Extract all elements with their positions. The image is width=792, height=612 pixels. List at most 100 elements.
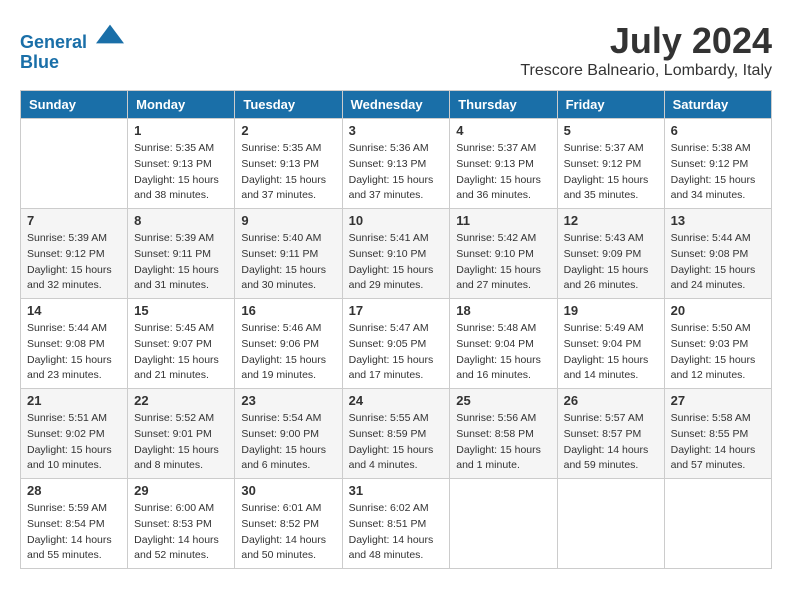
day-info: Sunrise: 5:56 AMSunset: 8:58 PMDaylight:… — [456, 411, 550, 474]
day-cell — [557, 479, 664, 569]
day-number: 11 — [456, 213, 550, 228]
day-number: 9 — [241, 213, 335, 228]
day-info: Sunrise: 5:44 AMSunset: 9:08 PMDaylight:… — [27, 321, 121, 384]
day-info: Sunrise: 5:44 AMSunset: 9:08 PMDaylight:… — [671, 231, 765, 294]
day-number: 24 — [349, 393, 444, 408]
day-cell: 8 Sunrise: 5:39 AMSunset: 9:11 PMDaylight… — [128, 209, 235, 299]
logo-general: General — [20, 32, 87, 52]
day-cell: 19 Sunrise: 5:49 AMSunset: 9:04 PMDayligh… — [557, 299, 664, 389]
day-info: Sunrise: 5:39 AMSunset: 9:11 PMDaylight:… — [134, 231, 228, 294]
day-cell: 4 Sunrise: 5:37 AMSunset: 9:13 PMDaylight… — [450, 119, 557, 209]
day-number: 2 — [241, 123, 335, 138]
day-info: Sunrise: 5:52 AMSunset: 9:01 PMDaylight:… — [134, 411, 228, 474]
header-day-sunday: Sunday — [21, 91, 128, 119]
day-cell: 11 Sunrise: 5:42 AMSunset: 9:10 PMDayligh… — [450, 209, 557, 299]
day-number: 25 — [456, 393, 550, 408]
day-number: 28 — [27, 483, 121, 498]
day-cell: 25 Sunrise: 5:56 AMSunset: 8:58 PMDayligh… — [450, 389, 557, 479]
logo-blue: Blue — [20, 53, 124, 73]
week-row-1: 1 Sunrise: 5:35 AMSunset: 9:13 PMDaylight… — [21, 119, 772, 209]
day-info: Sunrise: 5:59 AMSunset: 8:54 PMDaylight:… — [27, 501, 121, 564]
day-cell: 5 Sunrise: 5:37 AMSunset: 9:12 PMDaylight… — [557, 119, 664, 209]
day-cell: 12 Sunrise: 5:43 AMSunset: 9:09 PMDayligh… — [557, 209, 664, 299]
day-number: 6 — [671, 123, 765, 138]
day-cell: 6 Sunrise: 5:38 AMSunset: 9:12 PMDaylight… — [664, 119, 771, 209]
day-number: 15 — [134, 303, 228, 318]
day-info: Sunrise: 5:35 AMSunset: 9:13 PMDaylight:… — [134, 141, 228, 204]
day-info: Sunrise: 5:46 AMSunset: 9:06 PMDaylight:… — [241, 321, 335, 384]
header-day-friday: Friday — [557, 91, 664, 119]
day-number: 3 — [349, 123, 444, 138]
day-cell: 10Sunrise: 5:41 AMSunset: 9:10 PMDayligh… — [342, 209, 450, 299]
day-info: Sunrise: 5:58 AMSunset: 8:55 PMDaylight:… — [671, 411, 765, 474]
week-row-2: 7 Sunrise: 5:39 AMSunset: 9:12 PMDaylight… — [21, 209, 772, 299]
day-info: Sunrise: 6:00 AMSunset: 8:53 PMDaylight:… — [134, 501, 228, 564]
day-cell: 30Sunrise: 6:01 AMSunset: 8:52 PMDayligh… — [235, 479, 342, 569]
day-number: 7 — [27, 213, 121, 228]
day-info: Sunrise: 5:51 AMSunset: 9:02 PMDaylight:… — [27, 411, 121, 474]
title-area: July 2024 Trescore Balneario, Lombardy, … — [520, 20, 772, 80]
header-day-wednesday: Wednesday — [342, 91, 450, 119]
day-cell: 28 Sunrise: 5:59 AMSunset: 8:54 PMDayligh… — [21, 479, 128, 569]
day-number: 19 — [564, 303, 658, 318]
day-cell: 26Sunrise: 5:57 AMSunset: 8:57 PMDayligh… — [557, 389, 664, 479]
day-info: Sunrise: 5:48 AMSunset: 9:04 PMDaylight:… — [456, 321, 550, 384]
page-header: General Blue July 2024 Trescore Balneari… — [20, 20, 772, 80]
day-info: Sunrise: 5:40 AMSunset: 9:11 PMDaylight:… — [241, 231, 335, 294]
day-info: Sunrise: 5:43 AMSunset: 9:09 PMDaylight:… — [564, 231, 658, 294]
day-number: 12 — [564, 213, 658, 228]
day-number: 14 — [27, 303, 121, 318]
day-cell: 18Sunrise: 5:48 AMSunset: 9:04 PMDayligh… — [450, 299, 557, 389]
day-info: Sunrise: 5:37 AMSunset: 9:13 PMDaylight:… — [456, 141, 550, 204]
day-cell: 21 Sunrise: 5:51 AMSunset: 9:02 PMDayligh… — [21, 389, 128, 479]
day-number: 1 — [134, 123, 228, 138]
day-cell — [21, 119, 128, 209]
day-cell: 22Sunrise: 5:52 AMSunset: 9:01 PMDayligh… — [128, 389, 235, 479]
day-cell — [450, 479, 557, 569]
day-cell: 1 Sunrise: 5:35 AMSunset: 9:13 PMDaylight… — [128, 119, 235, 209]
day-number: 4 — [456, 123, 550, 138]
day-info: Sunrise: 5:39 AMSunset: 9:12 PMDaylight:… — [27, 231, 121, 294]
day-info: Sunrise: 5:49 AMSunset: 9:04 PMDaylight:… — [564, 321, 658, 384]
day-info: Sunrise: 5:37 AMSunset: 9:12 PMDaylight:… — [564, 141, 658, 204]
logo: General Blue — [20, 20, 124, 73]
week-row-5: 28 Sunrise: 5:59 AMSunset: 8:54 PMDayligh… — [21, 479, 772, 569]
logo-text: General — [20, 20, 124, 53]
day-cell: 16Sunrise: 5:46 AMSunset: 9:06 PMDayligh… — [235, 299, 342, 389]
day-cell: 27 Sunrise: 5:58 AMSunset: 8:55 PMDayligh… — [664, 389, 771, 479]
day-number: 23 — [241, 393, 335, 408]
day-info: Sunrise: 5:45 AMSunset: 9:07 PMDaylight:… — [134, 321, 228, 384]
day-cell: 13 Sunrise: 5:44 AMSunset: 9:08 PMDayligh… — [664, 209, 771, 299]
day-info: Sunrise: 5:36 AMSunset: 9:13 PMDaylight:… — [349, 141, 444, 204]
day-number: 5 — [564, 123, 658, 138]
day-info: Sunrise: 5:47 AMSunset: 9:05 PMDaylight:… — [349, 321, 444, 384]
day-cell: 23Sunrise: 5:54 AMSunset: 9:00 PMDayligh… — [235, 389, 342, 479]
calendar-table: SundayMondayTuesdayWednesdayThursdayFrid… — [20, 90, 772, 569]
day-cell: 29Sunrise: 6:00 AMSunset: 8:53 PMDayligh… — [128, 479, 235, 569]
day-cell: 24Sunrise: 5:55 AMSunset: 8:59 PMDayligh… — [342, 389, 450, 479]
day-info: Sunrise: 5:50 AMSunset: 9:03 PMDaylight:… — [671, 321, 765, 384]
day-info: Sunrise: 5:38 AMSunset: 9:12 PMDaylight:… — [671, 141, 765, 204]
day-cell: 17 Sunrise: 5:47 AMSunset: 9:05 PMDayligh… — [342, 299, 450, 389]
logo-icon — [96, 20, 124, 48]
day-info: Sunrise: 5:42 AMSunset: 9:10 PMDaylight:… — [456, 231, 550, 294]
day-cell: 14 Sunrise: 5:44 AMSunset: 9:08 PMDayligh… — [21, 299, 128, 389]
header-day-saturday: Saturday — [664, 91, 771, 119]
day-cell: 15 Sunrise: 5:45 AMSunset: 9:07 PMDayligh… — [128, 299, 235, 389]
header-row: SundayMondayTuesdayWednesdayThursdayFrid… — [21, 91, 772, 119]
day-number: 20 — [671, 303, 765, 318]
day-number: 17 — [349, 303, 444, 318]
day-number: 21 — [27, 393, 121, 408]
day-info: Sunrise: 6:02 AMSunset: 8:51 PMDaylight:… — [349, 501, 444, 564]
day-number: 8 — [134, 213, 228, 228]
location-title: Trescore Balneario, Lombardy, Italy — [520, 62, 772, 80]
day-cell: 3 Sunrise: 5:36 AMSunset: 9:13 PMDaylight… — [342, 119, 450, 209]
day-number: 26 — [564, 393, 658, 408]
day-number: 13 — [671, 213, 765, 228]
day-number: 27 — [671, 393, 765, 408]
week-row-3: 14 Sunrise: 5:44 AMSunset: 9:08 PMDayligh… — [21, 299, 772, 389]
day-cell: 20 Sunrise: 5:50 AMSunset: 9:03 PMDayligh… — [664, 299, 771, 389]
month-title: July 2024 — [520, 20, 772, 62]
day-number: 10 — [349, 213, 444, 228]
header-day-thursday: Thursday — [450, 91, 557, 119]
